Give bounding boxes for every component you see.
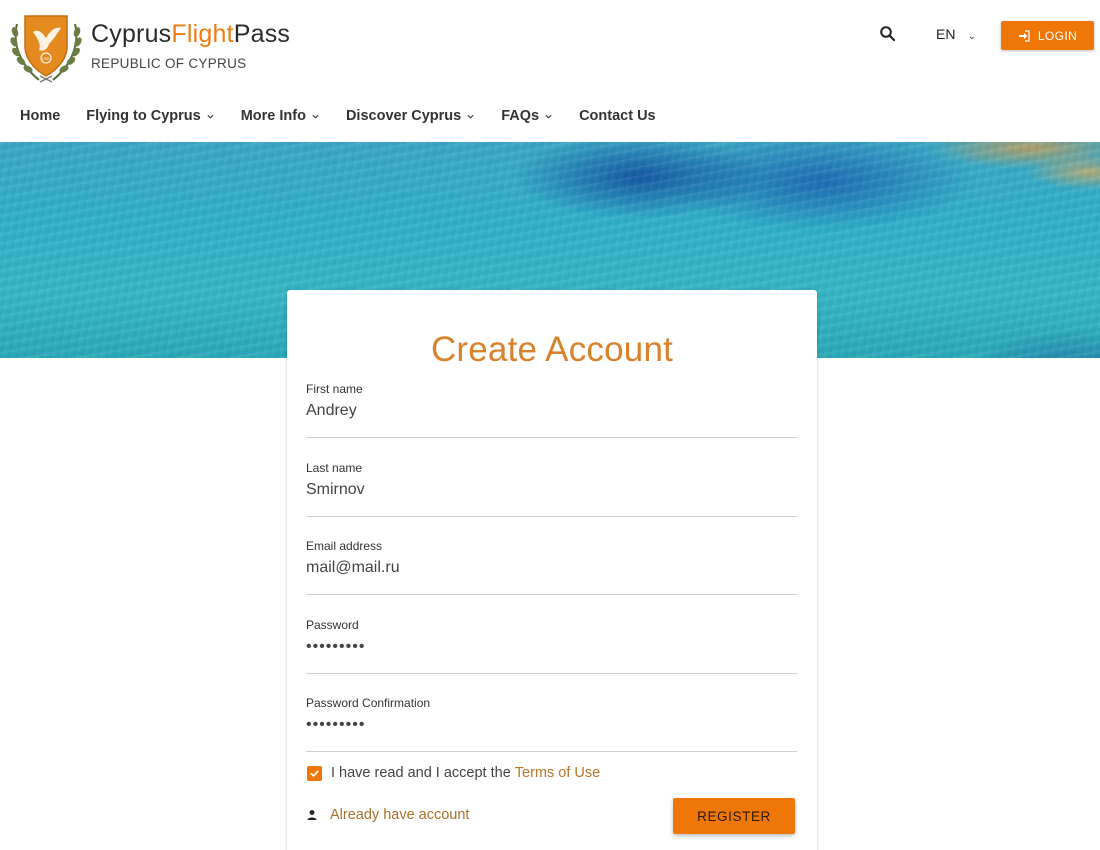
terms-of-use-link[interactable]: Terms of Use [515,765,600,781]
password-confirmation-input[interactable] [306,716,797,734]
password-confirmation-label: Password Confirmation [306,696,431,710]
brand-name-part1: Cyprus [91,20,172,48]
already-have-account-link[interactable]: Already have account [306,807,469,823]
password-confirmation-field: Password Confirmation [306,696,797,752]
cyprus-emblem-logo[interactable]: 1960 [9,10,83,84]
nav-item-faqs[interactable]: FAQs [501,108,553,124]
brand-name-part3: Pass [233,20,291,48]
first-name-field: First name [306,382,797,438]
email-label: Email address [306,539,383,553]
brand-name[interactable]: CyprusFlightPass [91,20,290,49]
brand-subtitle: REPUBLIC OF CYPRUS [91,56,247,71]
create-account-card: Create Account First name Last name Emai… [287,290,817,850]
register-button[interactable]: REGISTER [673,798,795,834]
login-label: LOGIN [1037,28,1078,43]
site-header: 1960 CyprusFlightPass REPUBLIC OF CYPRUS… [0,0,1100,142]
chevron-down-icon [467,114,474,119]
nav-item-label: Discover Cyprus [345,108,462,124]
nav-item-discover-cyprus[interactable]: Discover Cyprus [346,108,475,124]
terms-checkbox[interactable] [307,765,322,781]
nav-item-label: Home [20,108,61,124]
login-button[interactable]: LOGIN [1001,21,1094,50]
password-label: Password [306,618,359,632]
email-input[interactable] [306,559,797,577]
language-selector[interactable]: EN ⌄ [936,26,976,42]
main-nav: Home Flying to Cyprus More Info Discover… [20,108,682,124]
nav-item-label: Contact Us [579,108,656,124]
last-name-label: Last name [306,461,363,475]
chevron-down-icon: ⌄ [967,31,976,42]
chevron-down-icon [545,114,552,119]
password-input[interactable] [306,638,797,656]
nav-item-label: FAQs [501,108,540,124]
email-field: Email address [306,539,797,595]
person-icon [307,810,317,820]
terms-row: I have read and I accept the Terms of Us… [307,765,600,781]
emblem-year: 1960 [42,56,52,61]
nav-item-home[interactable]: Home [20,108,60,124]
nav-item-label: Flying to Cyprus [86,108,201,124]
nav-item-contact-us[interactable]: Contact Us [579,108,656,124]
nav-item-label: More Info [240,108,306,124]
search-button[interactable] [876,22,900,46]
password-field: Password [306,618,797,674]
checkmark-icon [310,769,319,777]
chevron-down-icon [312,114,319,119]
last-name-input[interactable] [306,481,797,499]
brand-name-part2: Flight [171,20,234,48]
first-name-label: First name [306,382,363,396]
terms-text: I have read and I accept the [331,765,511,781]
nav-item-more-info[interactable]: More Info [241,108,320,124]
already-have-account-label: Already have account [330,807,470,823]
last-name-field: Last name [306,461,797,517]
search-icon [880,26,896,42]
page-title: Create Account [430,330,674,369]
nav-item-flying-to-cyprus[interactable]: Flying to Cyprus [86,108,214,124]
chevron-down-icon [207,114,214,119]
language-code: EN [936,26,956,42]
first-name-input[interactable] [306,402,797,420]
login-icon [1018,29,1030,42]
